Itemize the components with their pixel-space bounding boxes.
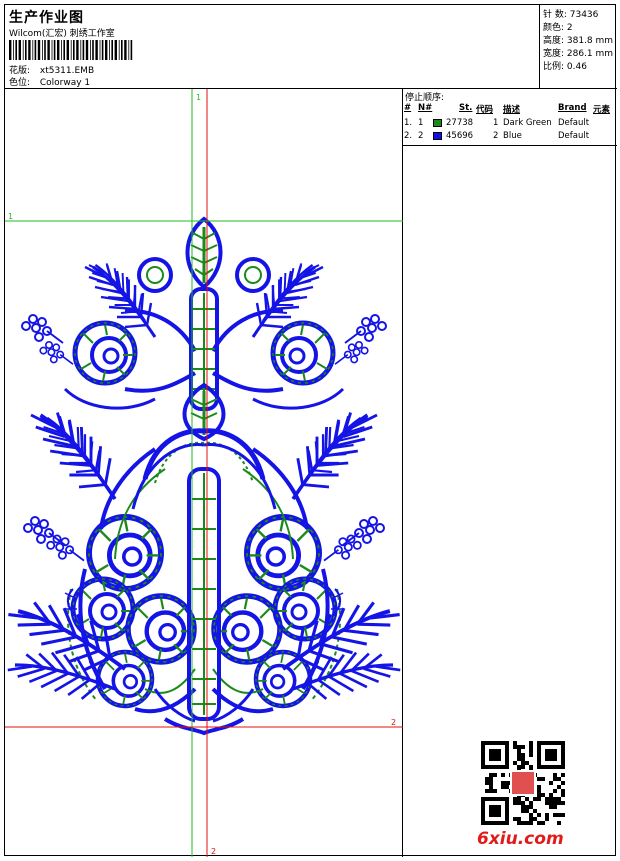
- col-index: #: [404, 103, 412, 113]
- col-stitches: St.: [459, 103, 473, 113]
- page-subtitle: Wilcom(汇宏) 刺绣工作室: [9, 29, 115, 39]
- barcode-image: [9, 40, 133, 60]
- color-swatch-blue: [433, 132, 442, 140]
- worksheet: 生产作业图 Wilcom(汇宏) 刺绣工作室 花版: xt5311.EMB 色位…: [4, 4, 617, 857]
- row-needle: 2: [418, 131, 424, 141]
- color-swatch-green: [433, 119, 442, 127]
- stat-stitches: 针 数: 73436: [543, 10, 599, 20]
- row-brand: Default: [558, 131, 590, 141]
- row-stitches: 45696: [446, 131, 474, 141]
- col-description: 描述: [503, 105, 521, 115]
- qr-code: [481, 741, 565, 825]
- row-brand: Default: [558, 118, 590, 128]
- marker-right: 2: [391, 718, 396, 727]
- design-canvas: 1 1 2 2: [5, 89, 403, 857]
- colorway-label: 色位:: [9, 78, 31, 88]
- col-needle: N#: [418, 103, 433, 113]
- stop-table-header: # N# St. 代码 描述 Brand 元素: [403, 102, 617, 115]
- stat-scale: 比例: 0.46: [543, 62, 587, 72]
- col-element: 元素: [593, 105, 611, 115]
- header-section: 生产作业图 Wilcom(汇宏) 刺绣工作室 花版: xt5311.EMB 色位…: [5, 5, 540, 89]
- colorway-row: 色位: Colorway 1: [9, 75, 90, 88]
- site-watermark: 6xiu.com: [477, 829, 564, 849]
- row-code: 1: [493, 118, 499, 128]
- stop-row: 2. 2 45696 2 Blue Default: [403, 130, 617, 143]
- row-description: Blue: [503, 131, 522, 141]
- panel-divider: [403, 145, 617, 146]
- row-index: 1.: [404, 118, 413, 128]
- stop-row: 1. 1 27738 1 Dark Green Default: [403, 117, 617, 130]
- row-description: Dark Green: [503, 118, 552, 128]
- col-brand: Brand: [558, 103, 587, 113]
- row-needle: 1: [418, 118, 424, 128]
- stat-colors: 颜色: 2: [543, 23, 573, 33]
- marker-top: 1: [196, 93, 201, 102]
- row-index: 2.: [404, 131, 413, 141]
- col-code: 代码: [476, 105, 494, 115]
- stop-sequence-panel: 停止顺序: # N# St. 代码 描述 Brand 元素 1. 1 27738…: [403, 89, 617, 857]
- colorway-value: Colorway 1: [39, 78, 91, 88]
- marker-left: 1: [8, 212, 13, 221]
- row-stitches: 27738: [446, 118, 474, 128]
- design-stats: 针 数: 73436 颜色: 2 高度: 381.8 mm 宽度: 286.1 …: [540, 5, 617, 89]
- row-code: 2: [493, 131, 499, 141]
- stat-width: 宽度: 286.1 mm: [543, 49, 614, 59]
- page-title: 生产作业图: [9, 10, 84, 26]
- marker-bottom: 2: [211, 847, 216, 856]
- embroidery-preview: 1 1 2 2: [5, 89, 403, 857]
- stat-height: 高度: 381.8 mm: [543, 36, 614, 46]
- design-motif: [6, 216, 401, 736]
